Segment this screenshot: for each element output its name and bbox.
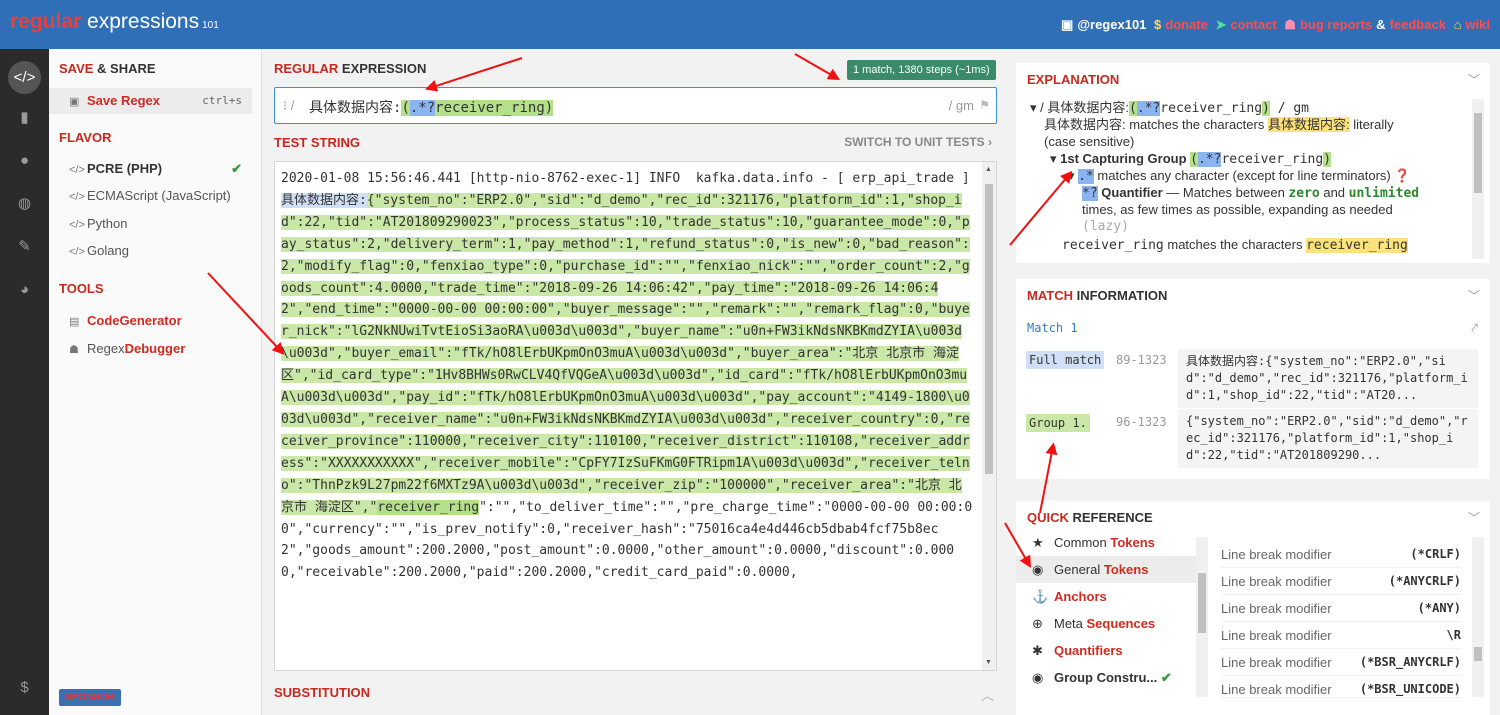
check-icon: ✔ [231, 161, 242, 176]
test-scrollbar[interactable]: ▲ ▼ [982, 162, 996, 670]
explanation-heading[interactable]: EXPLANATION [1027, 72, 1119, 87]
scroll-down-icon[interactable]: ▼ [985, 659, 992, 666]
paper-plane-icon: ➤ [1215, 17, 1227, 32]
bug-reports-link[interactable]: bug reports [1300, 17, 1372, 32]
test-string-heading: TEST STRING [274, 135, 360, 150]
flavor-ecmascript[interactable]: </> ECMAScript (JavaScript) [49, 183, 252, 209]
match-label: Match 1 [1027, 321, 1078, 335]
chevron-up-icon[interactable]: ︿ [981, 685, 994, 704]
chat-icon[interactable]: ◕ [8, 273, 41, 306]
regex-flags[interactable]: / gm [949, 98, 974, 113]
qr-quantifiers[interactable]: ✱ Quantifiers [1016, 637, 1206, 664]
regex-text[interactable]: 具体数据内容:(.*?receiver_ring) [309, 97, 554, 117]
qr-token-row[interactable]: Line break modifier (*BSR_ANYCRLF) [1221, 649, 1461, 676]
qr-tokens-scrollbar[interactable] [1472, 537, 1484, 697]
contact-link[interactable]: contact [1230, 17, 1276, 32]
floppy-icon: ▣ [69, 96, 80, 108]
code-icon: </> [69, 191, 85, 203]
qr-general-tokens[interactable]: ◉ General Tokens [1016, 556, 1206, 583]
substitution-heading[interactable]: SUBSTITUTION [274, 685, 370, 700]
dollar-icon: $ [1154, 17, 1162, 32]
qr-token-row[interactable]: Line break modifier (*ANYCRLF) [1221, 568, 1461, 595]
qr-meta-sequences[interactable]: ⊕ Meta Sequences [1016, 610, 1206, 637]
flavor-pcre[interactable]: </> PCRE (PHP) ✔ [49, 156, 252, 182]
scroll-up-icon[interactable]: ▲ [985, 166, 992, 173]
match-information-panel: MATCH INFORMATION ﹀ Match 1 ⤤ Full match… [1016, 279, 1490, 479]
qr-anchors[interactable]: ⚓ Anchors [1016, 583, 1206, 610]
twitter-link[interactable]: @regex101 [1077, 17, 1146, 32]
library-icon[interactable]: ▮ [8, 101, 41, 134]
donate-link[interactable]: donate [1165, 17, 1208, 32]
chevron-down-icon[interactable]: ﹀ [1468, 509, 1480, 526]
right-panel: EXPLANATION ﹀ ▾ / 具体数据内容:(.*?receiver_ri… [1006, 49, 1500, 715]
chevron-down-icon[interactable]: ﹀ [1468, 287, 1480, 304]
qr-categories-scrollbar[interactable] [1196, 537, 1208, 697]
top-links: ▣ @regex101 $ donate ➤ contact ☗ bug reports… [1061, 17, 1490, 32]
match-info-heading[interactable]: MATCH INFORMATION [1027, 288, 1167, 303]
wrench-icon[interactable]: ✎ [8, 230, 41, 263]
qr-token-row[interactable]: Line break modifier (*ANY) [1221, 595, 1461, 622]
save-regex-button[interactable]: ▣ Save Regex ctrl+s [49, 88, 252, 114]
globe-icon: ⊕ [1032, 616, 1043, 631]
qr-token-row[interactable]: Line break modifier (*CRLF) [1221, 541, 1461, 568]
logo[interactable]: regular expressions 101 [10, 10, 219, 34]
test-string-text[interactable]: 2020-01-08 15:56:46.441 [http-nio-8762-e… [281, 168, 973, 584]
code-icon[interactable]: </> [8, 61, 41, 94]
test-string-input[interactable]: 2020-01-08 15:56:46.441 [http-nio-8762-e… [274, 161, 997, 671]
main-editor: REGULAR EXPRESSION 1 match, 1380 steps (… [262, 49, 1006, 715]
regex-heading: REGULAR EXPRESSION [274, 61, 427, 76]
bug-icon: ☗ [69, 344, 79, 356]
quick-reference-panel: QUICK REFERENCE ﹀ ★ Common Tokens ◉ Genera… [1016, 501, 1490, 715]
icon-bar: </> ▮ ● ◍ ✎ ◕ $ [0, 49, 49, 715]
code-generator-link[interactable]: ▤ CodeGenerator [49, 308, 252, 334]
dollar-sidebar-icon[interactable]: $ [8, 671, 41, 704]
save-share-heading: SAVE & SHARE [59, 61, 156, 76]
flavor-heading: FLAVOR [59, 130, 112, 145]
code-icon: </> [69, 164, 85, 176]
twitter-icon: ▣ [1061, 17, 1074, 32]
top-bar: regular expressions 101 ▣ @regex101 $ donat… [0, 0, 1500, 49]
asterisk-icon: ✱ [1032, 643, 1043, 658]
flavor-golang[interactable]: </> Golang [49, 238, 252, 264]
anchor-icon: ⚓ [1032, 589, 1049, 604]
circle-dot-icon: ◉ [1032, 670, 1044, 685]
tools-heading: TOOLS [59, 281, 104, 296]
regex-input[interactable]: ⁝ / 具体数据内容:(.*?receiver_ring) / gm ⚑ [274, 87, 997, 124]
code-file-icon: ▤ [69, 316, 80, 328]
qr-common-tokens[interactable]: ★ Common Tokens [1016, 529, 1206, 556]
sponsor-badge[interactable]: SPONSOR [59, 689, 122, 706]
scrollbar-thumb[interactable] [985, 184, 993, 474]
sidebar: SAVE & SHARE ▣ Save Regex ctrl+s FLAVOR <… [49, 49, 262, 715]
bug-icon: ☗ [1284, 17, 1296, 32]
gamepad-icon[interactable]: ◍ [8, 187, 41, 220]
flavor-python[interactable]: </> Python [49, 211, 252, 237]
star-icon: ★ [1032, 535, 1044, 550]
code-icon: </> [69, 219, 85, 231]
wiki-icon: ⌂ [1453, 17, 1462, 32]
circle-dot-icon: ◉ [1032, 562, 1044, 577]
regex-debugger-link[interactable]: ☗ RegexDebugger [49, 336, 252, 362]
user-icon[interactable]: ● [8, 144, 41, 177]
explanation-panel: EXPLANATION ﹀ ▾ / 具体数据内容:(.*?receiver_ri… [1016, 63, 1490, 263]
qr-token-row[interactable]: Line break modifier \R [1221, 622, 1461, 649]
quick-reference-heading[interactable]: QUICK REFERENCE [1027, 510, 1153, 525]
explanation-body: ▾ / 具体数据内容:(.*?receiver_ring) / gm 具体数据内… [1030, 100, 1420, 253]
check-icon: ✔ [1160, 670, 1172, 685]
share-icon[interactable]: ⤤ [1471, 321, 1478, 336]
code-icon: </> [69, 246, 85, 258]
qr-group-constructs[interactable]: ◉ Group Constru... ✔ [1016, 664, 1206, 691]
chevron-down-icon[interactable]: ﹀ [1468, 71, 1480, 88]
feedback-link[interactable]: feedback [1390, 17, 1446, 32]
regex-delimiter: ⁝ / [283, 98, 295, 113]
switch-unit-tests-link[interactable]: SWITCH TO UNIT TESTS › [844, 135, 992, 149]
flag-icon[interactable]: ⚑ [979, 98, 990, 112]
match-status-badge: 1 match, 1380 steps (~1ms) [847, 60, 996, 80]
wiki-link[interactable]: wiki [1465, 17, 1490, 32]
explanation-scrollbar[interactable] [1472, 99, 1484, 259]
qr-token-row[interactable]: Line break modifier (*BSR_UNICODE) [1221, 676, 1461, 698]
